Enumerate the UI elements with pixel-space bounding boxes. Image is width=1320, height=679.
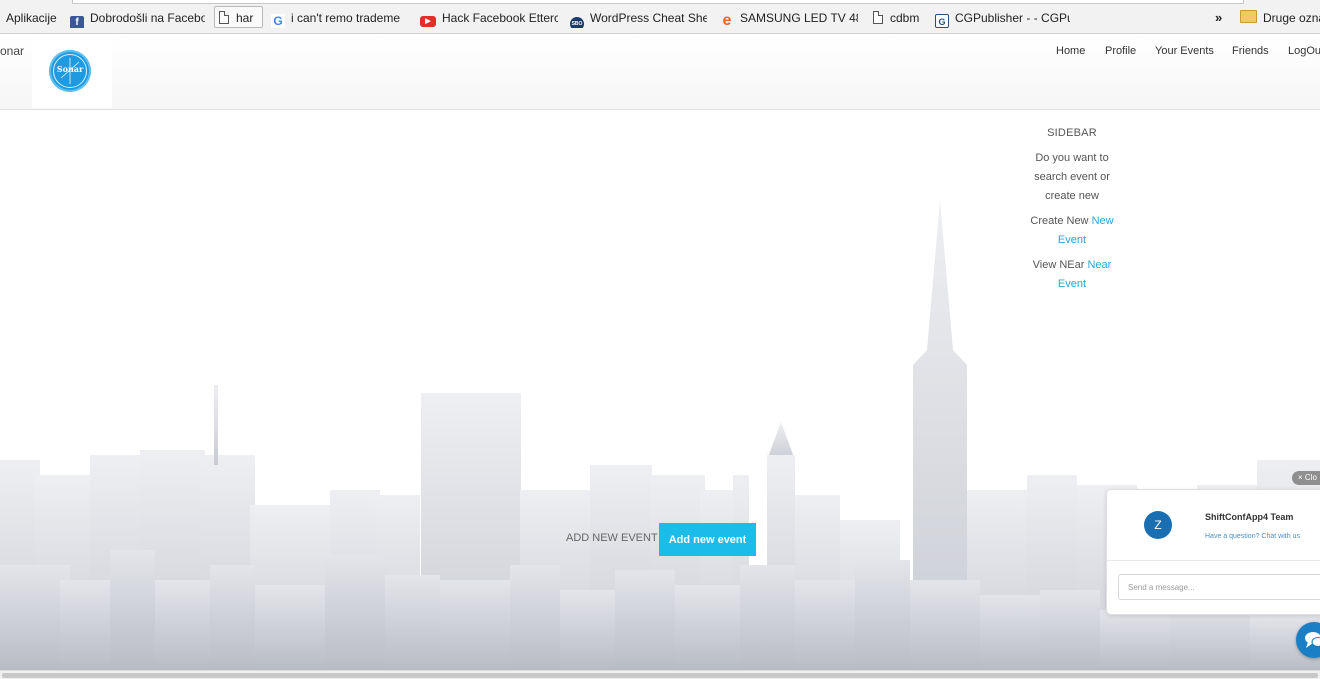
bookmark-har[interactable]: har xyxy=(214,6,263,28)
chat-divider xyxy=(1107,560,1320,561)
address-bar-edge xyxy=(72,0,1244,4)
sbo-icon: SBO xyxy=(570,17,584,28)
bookmark-wordpress[interactable]: SBO WordPress Cheat Shee xyxy=(570,8,707,28)
chat-subtitle: Have a question? Chat with us xyxy=(1205,533,1300,540)
site-header: onar Sonar Home Profile Your Events Frie… xyxy=(0,34,1320,110)
chat-avatar: Z xyxy=(1144,511,1172,539)
bookmark-google[interactable]: Gi can't remo trademe xyxy=(271,8,406,28)
e-shop-icon: e xyxy=(722,12,732,29)
bookmarks-overflow-button[interactable]: » xyxy=(1215,8,1222,28)
sidebar-title: SIDEBAR xyxy=(1047,127,1097,139)
add-new-event-button[interactable]: Add new event xyxy=(659,523,756,556)
chat-widget: Z ShiftConfApp4 Team Have a question? Ch… xyxy=(1106,489,1320,615)
chat-bubble-icon xyxy=(1305,632,1320,648)
create-event-line: Create New New Event xyxy=(1030,215,1114,246)
bookmark-cdbm[interactable]: cdbm xyxy=(873,8,933,28)
bookmark-cgpublisher[interactable]: G CGPublisher - - CGPu xyxy=(935,8,1070,28)
cgpublisher-icon: G xyxy=(935,14,949,28)
nav-your-events[interactable]: Your Events xyxy=(1155,45,1214,57)
bookmark-facebook[interactable]: f Dobrodošli na Facebo xyxy=(70,8,205,28)
page-icon xyxy=(873,11,883,24)
bookmark-apps[interactable]: Aplikacije xyxy=(6,8,57,28)
youtube-icon: ▶ xyxy=(420,16,436,27)
nav-home[interactable]: Home xyxy=(1056,45,1085,57)
chat-team-name: ShiftConfApp4 Team xyxy=(1205,512,1294,522)
logo-text: Sonar xyxy=(56,64,84,74)
bookmarks-bar: Aplikacije f Dobrodošli na Facebo har Gi … xyxy=(0,0,1320,34)
sidebar: SIDEBAR Do you want to search event or c… xyxy=(1024,110,1120,294)
chat-launcher-button[interactable] xyxy=(1296,622,1320,658)
bookmark-youtube[interactable]: ▶ Hack Facebook Etterc xyxy=(420,8,558,28)
scrollbar-thumb[interactable] xyxy=(2,673,1318,678)
add-new-event-label: ADD NEW EVENT xyxy=(566,532,658,544)
nav-profile[interactable]: Profile xyxy=(1105,45,1136,57)
sidebar-question: Do you want to search event or create ne… xyxy=(1034,152,1110,202)
facebook-icon: f xyxy=(70,16,84,28)
nav-logout[interactable]: LogOu xyxy=(1288,45,1320,57)
chat-close-button[interactable]: × Clo xyxy=(1292,471,1320,485)
page-icon xyxy=(219,11,229,24)
google-icon: G xyxy=(271,14,285,28)
folder-icon xyxy=(1240,10,1257,23)
bookmark-samsung[interactable]: e SAMSUNG LED TV 48 xyxy=(720,8,858,28)
horizontal-scrollbar[interactable] xyxy=(0,670,1320,679)
near-event-line: View NEar Near Event xyxy=(1032,259,1112,290)
chat-message-input[interactable] xyxy=(1118,574,1320,600)
sonar-logo-icon: Sonar xyxy=(49,50,91,92)
logo[interactable]: Sonar xyxy=(32,34,112,108)
nav-friends[interactable]: Friends xyxy=(1232,45,1269,57)
brand-name[interactable]: onar xyxy=(0,44,24,58)
other-bookmarks-folder[interactable]: Druge ozna xyxy=(1240,8,1320,28)
